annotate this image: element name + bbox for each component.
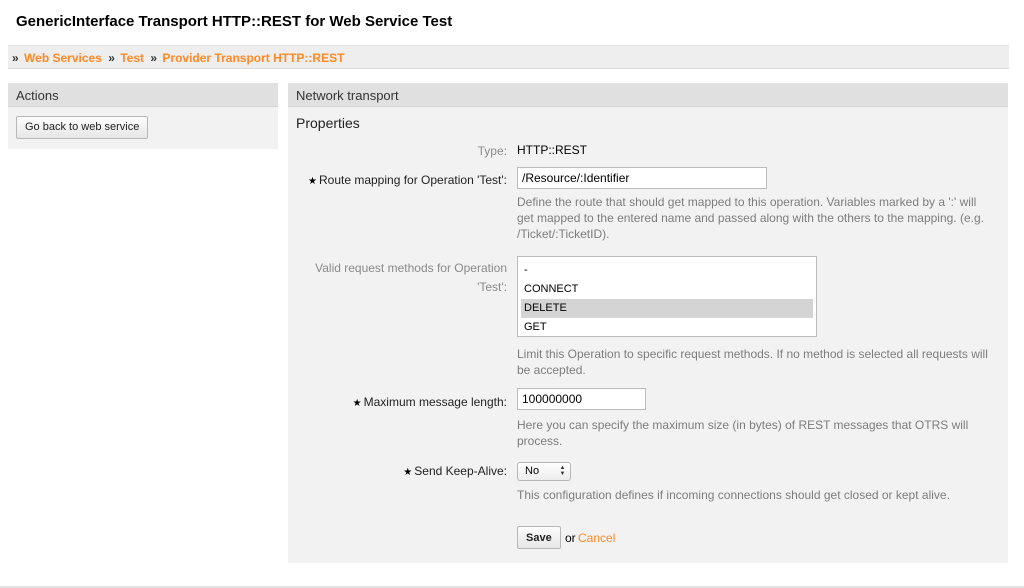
type-label: Type: [477,144,507,158]
breadcrumb-link-test[interactable]: Test [120,51,144,65]
help-line: process. [517,434,563,448]
or-text: or [565,531,576,545]
help-line: Limit this Operation to specific request… [517,347,988,361]
route-mapping-help: Define the route that should get mapped … [517,194,999,242]
required-star-icon: ★ [352,398,362,409]
route-mapping-label: ★ Route mapping for Operation 'Test': [308,173,507,187]
network-transport-panel: Network transport Properties Type: HTTP:… [288,83,1008,563]
page-title: GenericInterface Transport HTTP::REST fo… [16,13,453,30]
breadcrumb-separator: » [150,51,158,65]
help-line: Here you can specify the maximum size (i… [517,418,969,432]
actions-sidebar: Actions Go back to web service [8,83,278,149]
route-mapping-input[interactable] [517,167,767,189]
request-methods-label-line: Valid request methods for Operation [315,261,507,275]
breadcrumb-link-provider-transport[interactable]: Provider Transport HTTP::REST [162,51,344,65]
required-star-icon: ★ [403,467,413,478]
cancel-link[interactable]: Cancel [578,531,615,545]
keep-alive-label-text: Send Keep-Alive: [414,464,507,478]
keep-alive-select[interactable]: No ▲ ▼ [517,462,571,481]
keep-alive-help: This configuration defines if incoming c… [517,488,950,502]
request-methods-listbox[interactable]: - CONNECT DELETE GET [517,256,817,337]
method-option-connect[interactable]: CONNECT [521,280,813,299]
actions-header: Actions [8,83,278,107]
method-option-none[interactable]: - [521,261,813,280]
keep-alive-selected-value: No [525,465,540,477]
help-line: Define the route that should get mapped … [517,195,977,209]
request-methods-label: Valid request methods for Operation 'Tes… [315,259,507,297]
route-mapping-label-text: Route mapping for Operation 'Test': [318,173,507,187]
max-message-length-label: ★ Maximum message length: [353,395,507,409]
breadcrumb-link-web-services[interactable]: Web Services [24,51,102,65]
max-message-length-input[interactable] [517,388,646,410]
properties-title: Properties [296,115,360,131]
breadcrumb-separator: » [108,51,115,65]
max-message-length-help: Here you can specify the maximum size (i… [517,417,999,449]
method-option-get[interactable]: GET [521,318,813,337]
required-star-icon: ★ [308,176,317,187]
method-option-delete[interactable]: DELETE [521,299,813,318]
breadcrumb-separator: » [12,51,19,65]
go-back-button[interactable]: Go back to web service [16,116,149,139]
help-line: /Ticket/:TicketID). [517,227,610,241]
help-line: get mapped to the entered name and passe… [517,211,984,225]
save-button[interactable]: Save [517,526,561,549]
network-transport-header: Network transport [288,83,1008,107]
select-arrows-icon: ▲ ▼ [559,465,566,477]
help-line: be accepted. [517,363,586,377]
max-message-length-label-text: Maximum message length: [363,395,507,409]
type-value: HTTP::REST [517,143,588,157]
breadcrumb: » Web Services » Test » Provider Transpo… [8,45,1009,69]
request-methods-help: Limit this Operation to specific request… [517,346,999,378]
request-methods-label-line: 'Test': [477,280,507,294]
keep-alive-label: ★ Send Keep-Alive: [403,464,507,478]
